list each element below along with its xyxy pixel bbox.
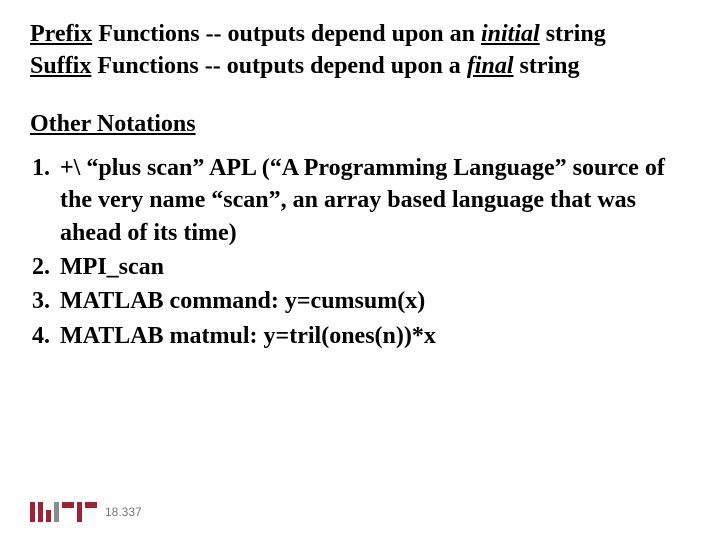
prefix-definition: Prefix Functions -- outputs depend upon … [30,18,690,50]
suffix-term: Suffix [30,53,91,79]
list-item: MATLAB matmul: y=tril(ones(n))*x [56,320,690,352]
course-number: 18.337 [105,505,142,519]
list-item: MATLAB command: y=cumsum(x) [56,285,690,317]
list-item: MPI_scan [56,251,690,283]
suffix-functions: Functions [91,53,198,79]
prefix-sep: -- outputs depend upon an [200,21,481,47]
prefix-term: Prefix [30,21,92,47]
suffix-definition: Suffix Functions -- outputs depend upon … [30,50,690,82]
notation-list: +\ “plus scan” APL (“A Programming Langu… [30,152,690,352]
slide-content: Prefix Functions -- outputs depend upon … [0,0,720,352]
prefix-functions: Functions [92,21,199,47]
prefix-emph: initial [481,21,540,47]
suffix-emph: final [467,53,514,79]
footer: 18.337 [30,502,142,522]
prefix-tail: string [540,21,606,47]
list-item: +\ “plus scan” APL (“A Programming Langu… [56,152,690,249]
suffix-tail: string [514,53,580,79]
suffix-sep: -- outputs depend upon a [199,53,467,79]
mit-logo-icon [30,502,97,522]
section-heading: Other Notations [30,111,690,138]
